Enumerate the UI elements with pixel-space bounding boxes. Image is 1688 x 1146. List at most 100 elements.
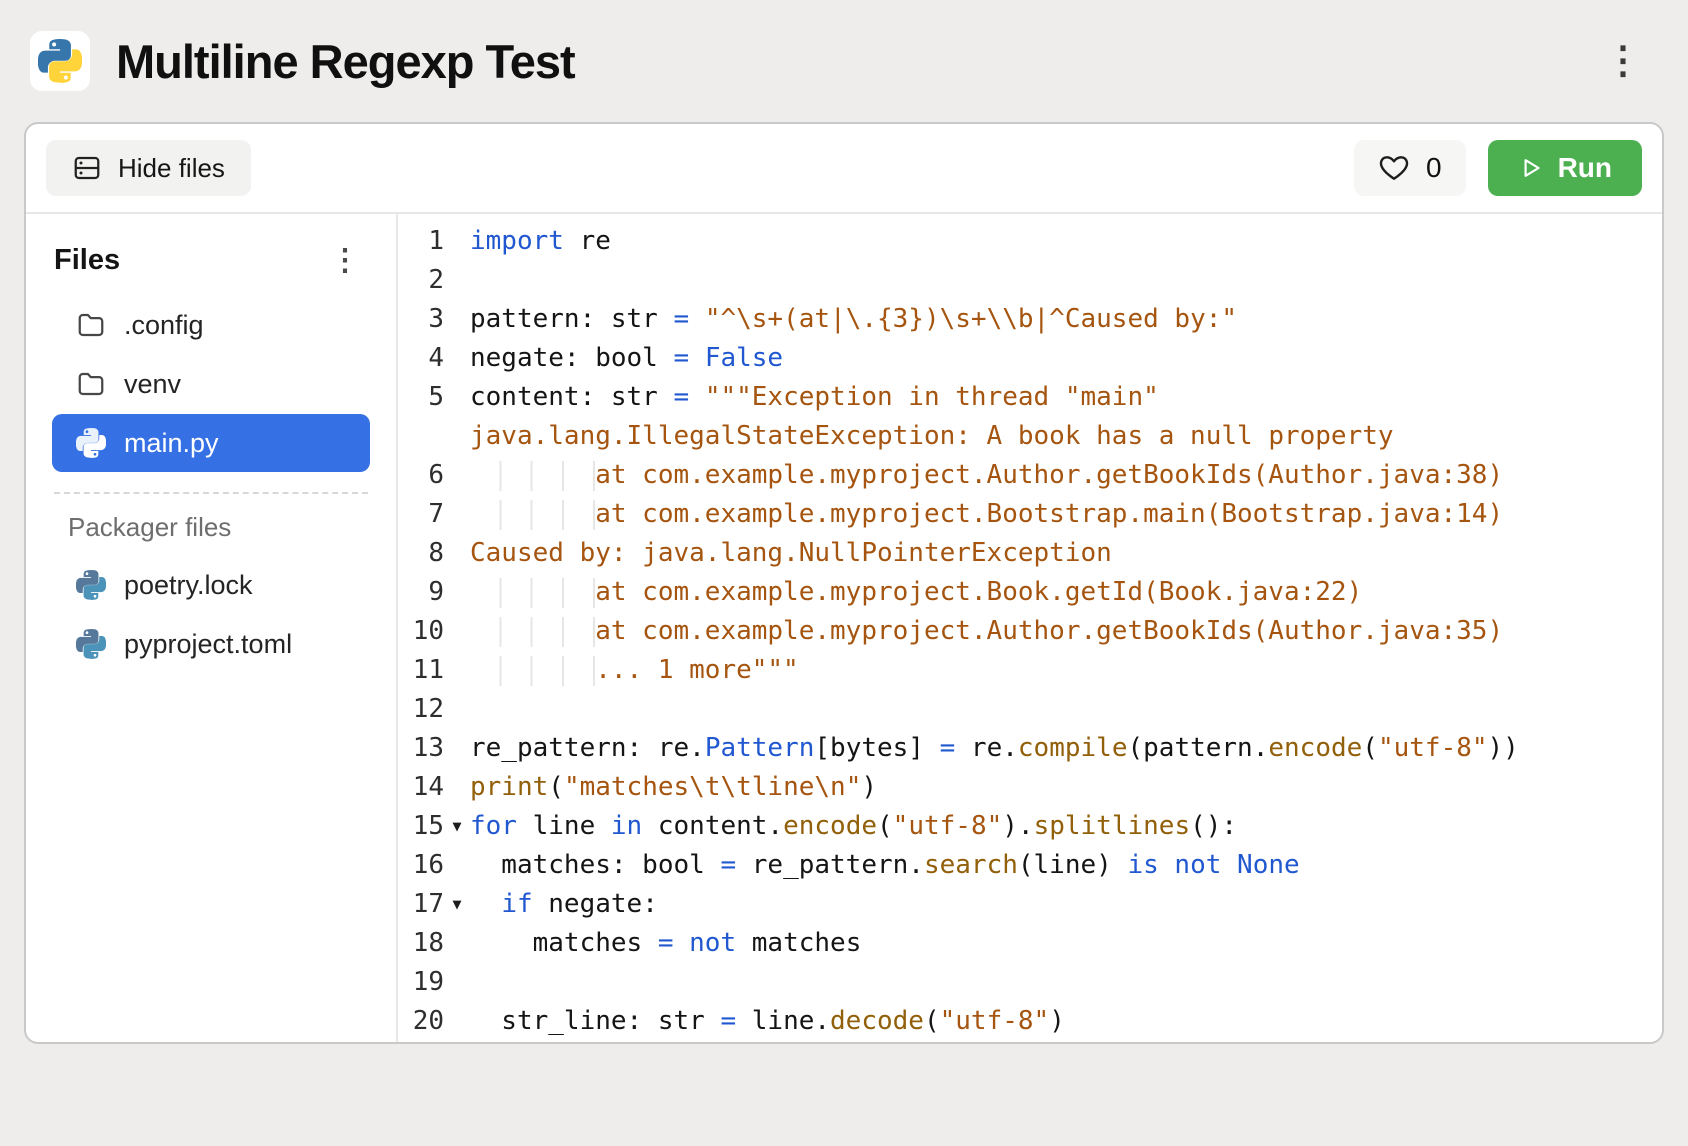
code-line[interactable]: 17▼ if negate: xyxy=(398,885,1662,924)
code-line[interactable]: 16 matches: bool = re_pattern.search(lin… xyxy=(398,846,1662,885)
file-label: .config xyxy=(124,310,204,341)
line-number: 5 xyxy=(398,378,444,417)
code-line[interactable]: 13re_pattern: re.Pattern[bytes] = re.com… xyxy=(398,729,1662,768)
header-menu-kebab-icon[interactable]: ⋮ xyxy=(1588,42,1658,80)
code-text: print("matches\t\tline\n") xyxy=(470,768,1662,807)
run-button[interactable]: Run xyxy=(1488,140,1642,196)
file-item-main-py[interactable]: main.py xyxy=(52,414,370,472)
token xyxy=(470,889,501,919)
fold-spacer xyxy=(444,378,470,417)
code-text xyxy=(470,690,1662,729)
folder-icon xyxy=(76,369,106,399)
code-line[interactable]: 19 xyxy=(398,963,1662,1002)
code-text: pattern: str = "^\s+(at|\.{3})\s+\\b|^Ca… xyxy=(470,300,1662,339)
token: = xyxy=(674,382,690,412)
code-line[interactable]: 14 print("matches\t\tline\n") xyxy=(398,768,1662,807)
token: "matches\t\tline\n" xyxy=(564,772,861,802)
token: Pattern xyxy=(705,733,815,763)
code-line[interactable]: 2 xyxy=(398,261,1662,300)
token: ). xyxy=(1002,811,1033,841)
code-text: if negate: xyxy=(470,885,1662,924)
python-icon xyxy=(76,570,106,600)
token: negate: xyxy=(533,889,658,919)
token: content: str xyxy=(470,382,674,412)
toolbar: Hide files 0 Run xyxy=(26,124,1662,214)
file-item-pyproject-toml[interactable]: pyproject.toml xyxy=(52,615,370,673)
token: if xyxy=(501,889,532,919)
token: re xyxy=(564,226,611,256)
code-text: at com.example.myproject.Book.getId(Book… xyxy=(470,573,1662,612)
token: (pattern. xyxy=(1127,733,1268,763)
token: ) xyxy=(861,772,877,802)
token: encode xyxy=(1268,733,1362,763)
files-menu-kebab-icon[interactable]: ⋮ xyxy=(322,246,368,276)
token: not xyxy=(689,928,736,958)
heart-icon[interactable] xyxy=(1378,152,1410,184)
file-item--config[interactable]: .config xyxy=(52,296,370,354)
token: is xyxy=(1127,850,1158,880)
token xyxy=(689,382,705,412)
fold-spacer xyxy=(444,261,470,300)
fold-arrow-icon[interactable]: ▼ xyxy=(444,807,470,846)
files-header: Files ⋮ xyxy=(52,238,370,295)
file-label: poetry.lock xyxy=(124,570,253,601)
token: encode xyxy=(783,811,877,841)
token: ... 1 more""" xyxy=(595,655,799,685)
token: (line) xyxy=(1018,850,1128,880)
token: "utf-8" xyxy=(1378,733,1488,763)
packager-files-title: Packager files xyxy=(52,510,370,555)
fold-spacer xyxy=(444,690,470,729)
token: at com.example.myproject.Book.getId(Book… xyxy=(595,577,1362,607)
code-line[interactable]: 7at com.example.myproject.Bootstrap.main… xyxy=(398,495,1662,534)
token: java.lang.IllegalStateException: A book … xyxy=(470,421,1394,451)
line-number: 17 xyxy=(398,885,444,924)
code-line[interactable]: 5 content: str = """Exception in thread "… xyxy=(398,378,1662,417)
code-line[interactable]: 3pattern: str = "^\s+(at|\.{3})\s+\\b|^C… xyxy=(398,300,1662,339)
python-icon xyxy=(76,428,106,458)
fold-spacer xyxy=(444,846,470,885)
line-number: 14 xyxy=(398,768,444,807)
file-item-venv[interactable]: venv xyxy=(52,355,370,413)
token: """Exception in thread "main" xyxy=(705,382,1159,412)
token: for xyxy=(470,811,517,841)
token: = xyxy=(674,343,690,373)
fold-spacer xyxy=(444,495,470,534)
files-title: Files xyxy=(54,244,120,277)
code-line[interactable]: 20 str_line: str = line.decode("utf-8") xyxy=(398,1002,1662,1041)
code-text: negate: bool = False xyxy=(470,339,1662,378)
likes-pill[interactable]: 0 xyxy=(1354,140,1466,196)
code-text: for line in content.encode("utf-8").spli… xyxy=(470,807,1662,846)
indent-guides xyxy=(470,617,595,647)
code-line[interactable]: 10 at com.example.myproject.Author.getBoo… xyxy=(398,612,1662,651)
fold-arrow-icon[interactable]: ▼ xyxy=(444,885,470,924)
fold-spacer xyxy=(444,534,470,573)
code-line[interactable]: 9at com.example.myproject.Book.getId(Boo… xyxy=(398,573,1662,612)
code-line[interactable]: 4negate: bool = False xyxy=(398,339,1662,378)
code-line[interactable]: 12 xyxy=(398,690,1662,729)
code-line[interactable]: 11... 1 more""" xyxy=(398,651,1662,690)
code-text: Caused by: java.lang.NullPointerExceptio… xyxy=(470,534,1662,573)
token: in xyxy=(611,811,642,841)
code-line[interactable]: 15▼for line in content.encode("utf-8").s… xyxy=(398,807,1662,846)
line-number: 2 xyxy=(398,261,444,300)
indent-guides xyxy=(470,461,595,491)
token: at com.example.myproject.Author.getBookI… xyxy=(595,616,1503,646)
line-number: 10 xyxy=(398,612,444,651)
code-text xyxy=(470,261,1662,300)
code-editor[interactable]: 1import re23pattern: str = "^\s+(at|\.{3… xyxy=(398,214,1662,1042)
token xyxy=(1221,850,1237,880)
likes-count: 0 xyxy=(1426,152,1442,184)
file-item-poetry-lock[interactable]: poetry.lock xyxy=(52,556,370,614)
line-number: 8 xyxy=(398,534,444,573)
fold-spacer xyxy=(444,417,470,456)
run-label: Run xyxy=(1558,152,1612,184)
token: None xyxy=(1237,850,1300,880)
code-text: java.lang.IllegalStateException: A book … xyxy=(470,417,1662,456)
code-line[interactable]: 18 matches = not matches xyxy=(398,924,1662,963)
hide-files-button[interactable]: Hide files xyxy=(46,140,251,196)
token: Caused by: java.lang.NullPointerExceptio… xyxy=(470,538,1112,568)
code-line[interactable]: java.lang.IllegalStateException: A book … xyxy=(398,417,1662,456)
code-line[interactable]: 6at com.example.myproject.Author.getBook… xyxy=(398,456,1662,495)
code-line[interactable]: 1import re xyxy=(398,222,1662,261)
code-line[interactable]: 8 Caused by: java.lang.NullPointerExcepti… xyxy=(398,534,1662,573)
